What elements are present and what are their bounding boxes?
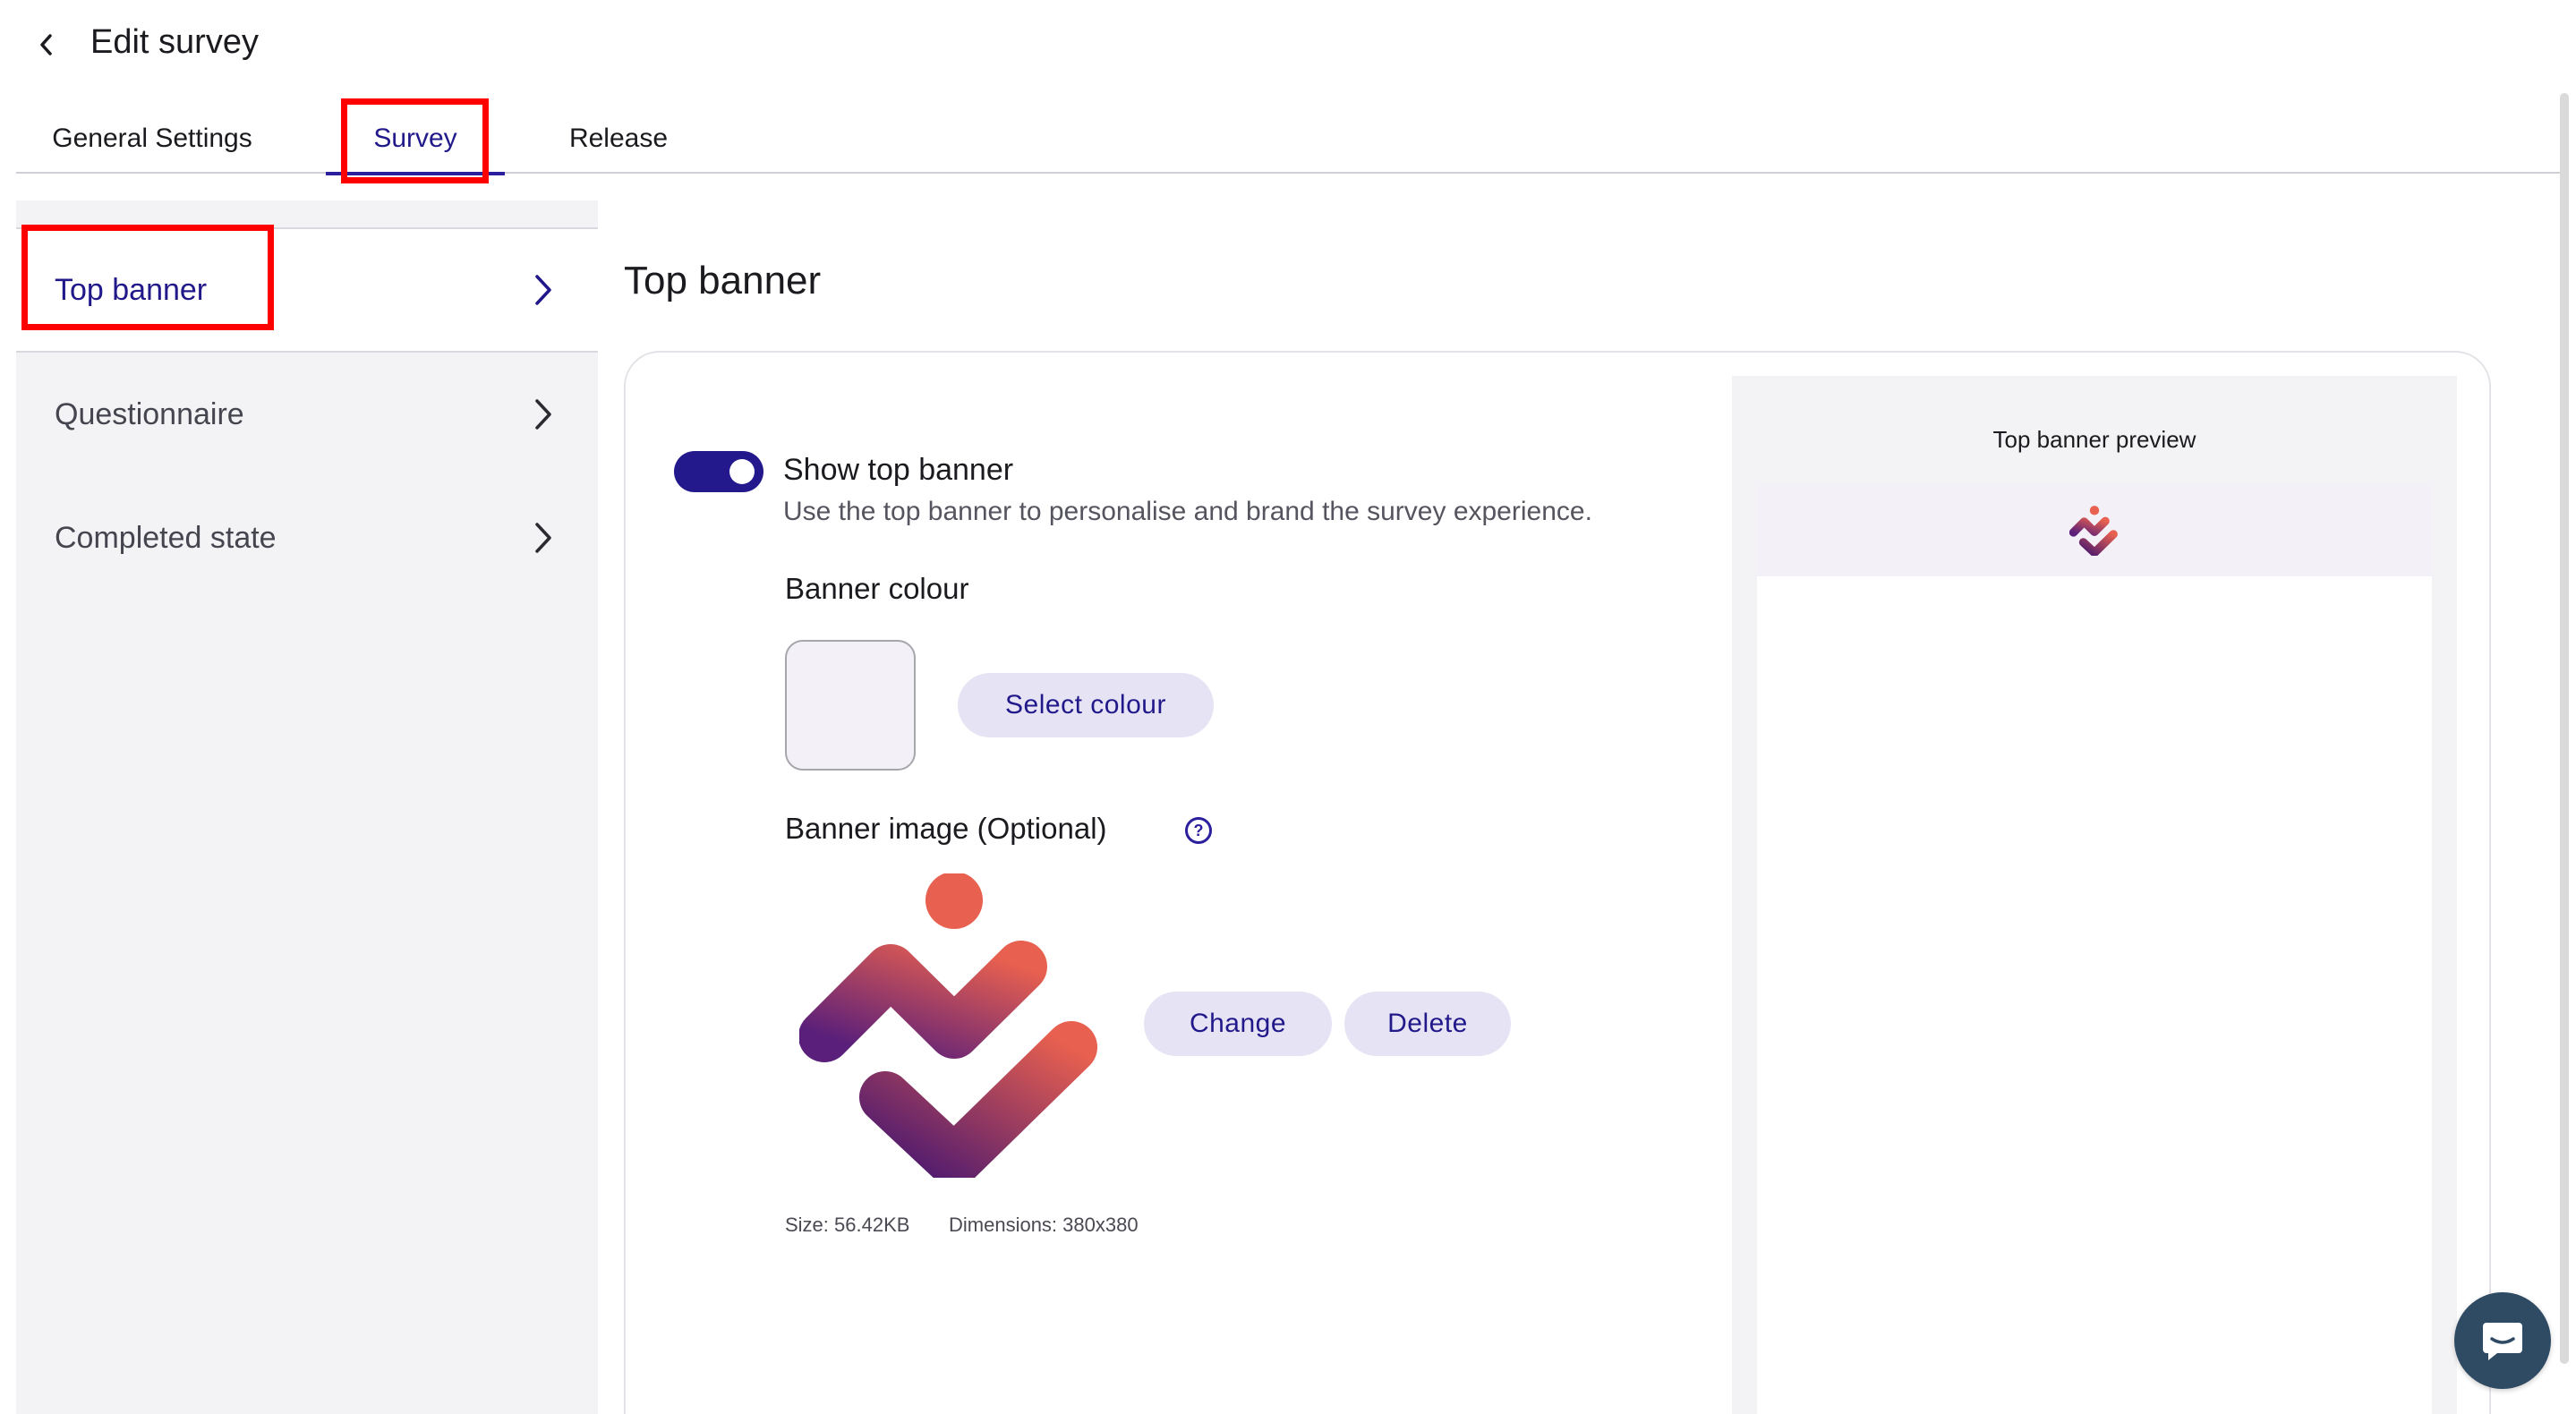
sidebar-item-questionnaire[interactable]: Questionnaire	[16, 353, 598, 476]
page-title: Edit survey	[90, 23, 259, 61]
preview-panel: Top banner preview	[1732, 376, 2457, 1414]
preview-banner	[1757, 485, 2432, 576]
chevron-right-icon	[535, 523, 551, 553]
tab-survey[interactable]: Survey	[326, 104, 505, 175]
sidebar-item-label: Top banner	[55, 272, 208, 307]
sidebar-item-completed-state[interactable]: Completed state	[16, 476, 598, 600]
tab-general-settings[interactable]: General Settings	[48, 104, 256, 174]
show-top-banner-toggle[interactable]	[674, 451, 763, 492]
image-size-text: Size: 56.42KB	[785, 1214, 910, 1236]
colour-swatch[interactable]	[785, 640, 916, 771]
chat-bubble-icon	[2483, 1323, 2522, 1360]
toggle-label: Show top banner	[783, 453, 1014, 487]
chat-launcher-button[interactable]	[2454, 1292, 2551, 1389]
preview-frame	[1757, 485, 2432, 1414]
help-circle-icon[interactable]: ?	[1185, 817, 1212, 844]
tab-release[interactable]: Release	[542, 104, 695, 174]
chevron-right-icon	[535, 275, 551, 305]
banner-image-logo	[799, 873, 1097, 1178]
banner-image-title: Banner image (Optional)	[785, 812, 1107, 845]
sidebar-item-label: Questionnaire	[55, 396, 244, 431]
tab-bar: General Settings Survey Release	[16, 104, 2563, 175]
toggle-knob	[729, 459, 755, 484]
toggle-description: Use the top banner to personalise and br…	[783, 497, 1592, 526]
chevron-right-icon	[535, 399, 551, 430]
select-colour-button[interactable]: Select colour	[958, 673, 1214, 737]
scrollbar-thumb[interactable]	[2560, 93, 2569, 1364]
sidebar: Top banner Questionnaire Completed state	[16, 200, 598, 1414]
image-dimensions-text: Dimensions: 380x380	[949, 1214, 1139, 1236]
preview-title: Top banner preview	[1992, 426, 2196, 453]
sidebar-item-label: Completed state	[55, 520, 277, 555]
change-image-button[interactable]: Change	[1144, 992, 1332, 1056]
preview-logo	[2069, 506, 2118, 556]
banner-colour-title: Banner colour	[785, 572, 969, 605]
chevron-left-icon	[40, 34, 52, 55]
section-title: Top banner	[624, 259, 822, 302]
sidebar-item-top-banner[interactable]: Top banner	[16, 227, 598, 353]
delete-image-button[interactable]: Delete	[1344, 992, 1511, 1056]
back-button[interactable]	[30, 23, 61, 66]
